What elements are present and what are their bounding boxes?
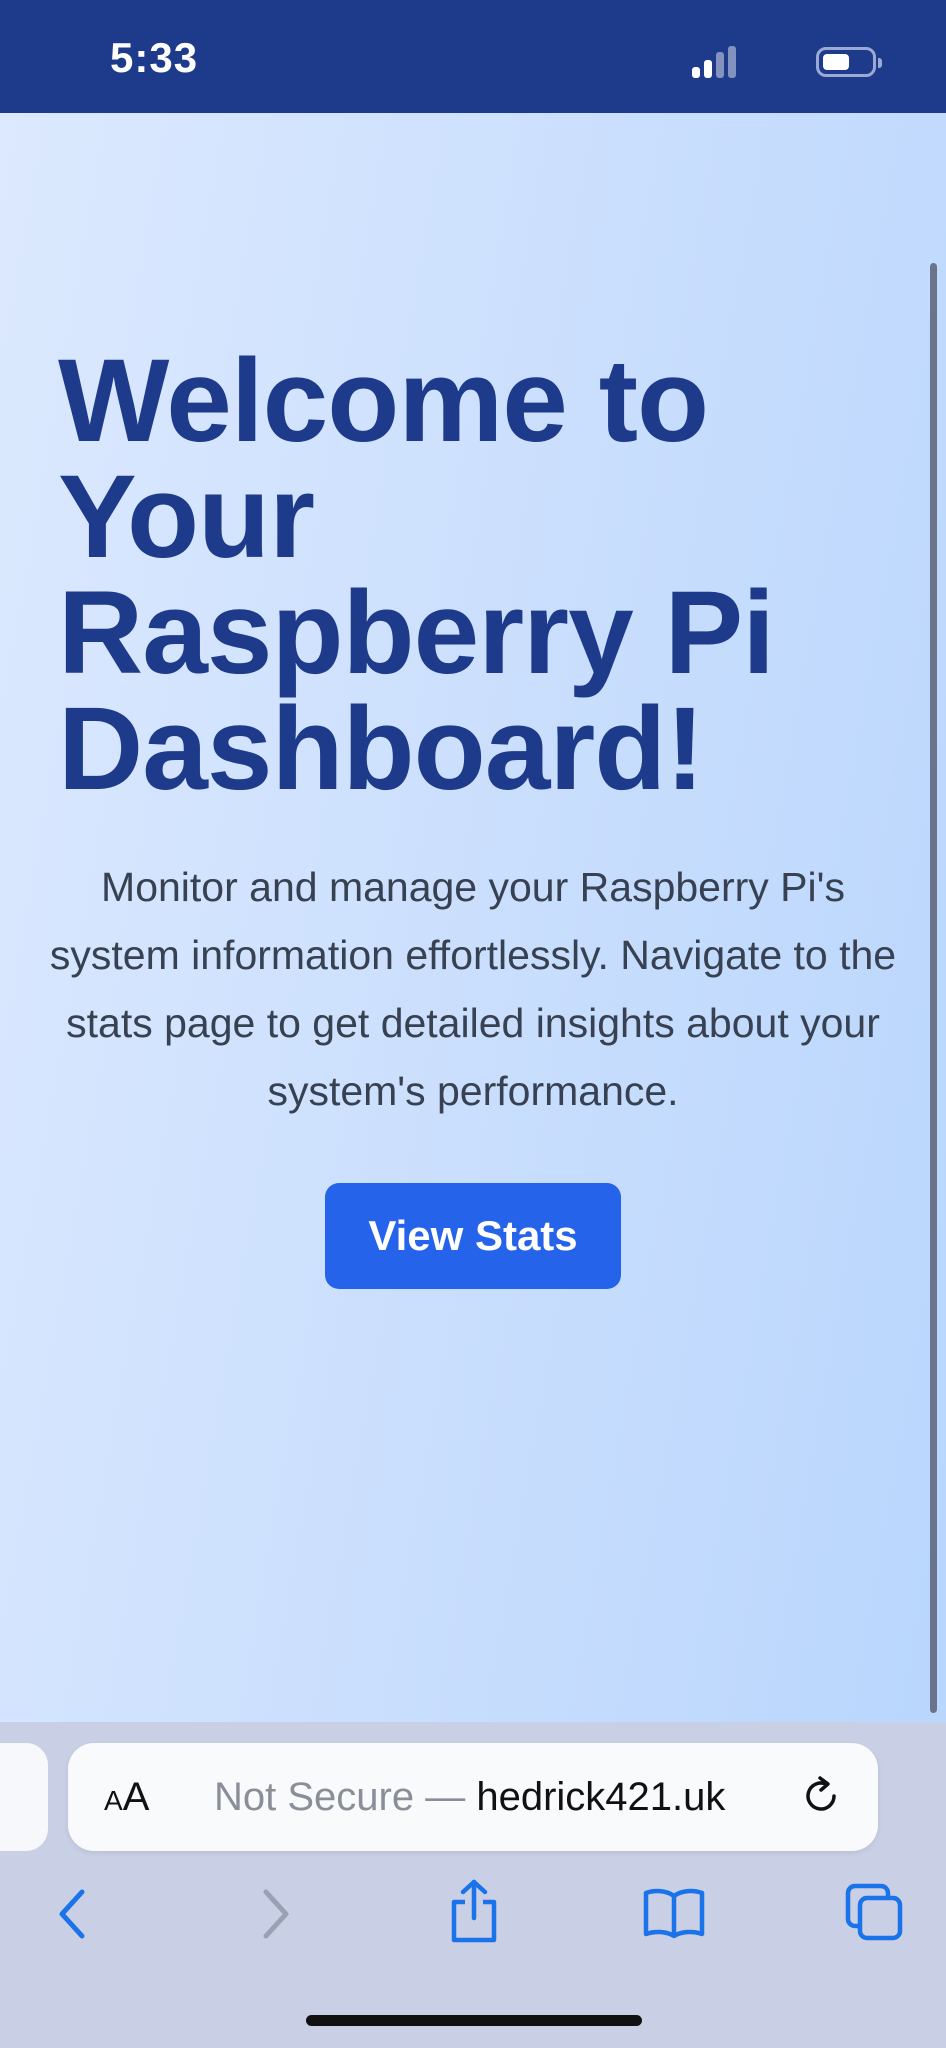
security-status: Not Secure — (214, 1775, 477, 1819)
address-bar[interactable]: AA Not Secure — hedrick421.uk (68, 1743, 878, 1851)
url-domain: hedrick421.uk (476, 1775, 726, 1819)
view-stats-button[interactable]: View Stats (325, 1183, 621, 1289)
forward-icon[interactable] (256, 1886, 296, 1942)
url-display[interactable]: Not Secure — hedrick421.uk (214, 1773, 725, 1821)
web-page: Welcome to Your Raspberry Pi Dashboard! … (0, 113, 946, 1722)
bookmarks-icon[interactable] (642, 1886, 706, 1940)
battery-icon (816, 47, 882, 77)
page-title: Welcome to Your Raspberry Pi Dashboard! (58, 335, 775, 815)
home-indicator[interactable] (306, 2015, 642, 2026)
share-icon[interactable] (446, 1878, 502, 1946)
signal-icon (692, 46, 740, 78)
status-time: 5:33 (110, 34, 199, 81)
previous-tab-preview[interactable] (0, 1743, 48, 1851)
page-description: Monitor and manage your Raspberry Pi's s… (49, 864, 897, 1114)
back-icon[interactable] (52, 1886, 92, 1942)
text-size-button[interactable]: AA (104, 1773, 149, 1825)
reload-icon[interactable] (798, 1773, 844, 1819)
status-bar: 5:33 (0, 0, 946, 113)
scrollbar[interactable] (930, 263, 937, 1713)
tabs-icon[interactable] (844, 1882, 904, 1942)
